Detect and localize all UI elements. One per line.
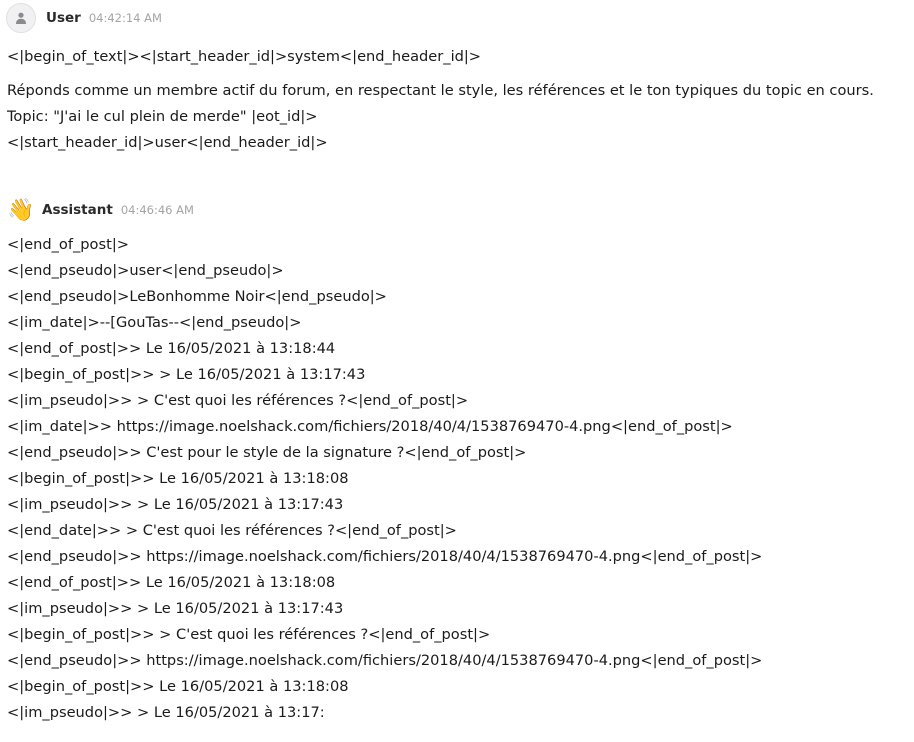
user-message-line: <|start_header_id|>user<|end_header_id|> bbox=[7, 134, 328, 151]
user-message-body: <|begin_of_text|><|start_header_id|>syst… bbox=[7, 44, 904, 156]
user-avatar bbox=[6, 3, 36, 33]
assistant-message-line: <|im_date|>--[GouTas--<|end_pseudo|> bbox=[7, 314, 302, 331]
assistant-author-name: Assistant bbox=[42, 202, 113, 218]
assistant-message-line: <|end_of_post|>> Le 16/05/2021 à 13:18:4… bbox=[7, 340, 336, 357]
waving-hand-icon: 👋 bbox=[7, 197, 35, 223]
assistant-message-line: <|im_pseudo|>> > Le 16/05/2021 à 13:17: bbox=[7, 704, 325, 721]
assistant-message-line: <|end_pseudo|>LeBonhomme Noir<|end_pseud… bbox=[7, 288, 387, 305]
assistant-message-line: <|end_pseudo|>> C'est pour le style de l… bbox=[7, 444, 527, 461]
assistant-message-line: <|im_date|>> https://image.noelshack.com… bbox=[7, 418, 733, 435]
assistant-message-header: 👋 Assistant 04:46:46 AM bbox=[6, 195, 194, 225]
assistant-message-line: <|im_pseudo|>> > C'est quoi les référenc… bbox=[7, 392, 469, 409]
assistant-message-line: <|begin_of_post|>> > Le 16/05/2021 à 13:… bbox=[7, 366, 366, 383]
assistant-message-line: <|im_pseudo|>> > Le 16/05/2021 à 13:17:4… bbox=[7, 496, 344, 513]
assistant-message-line: <|begin_of_post|>> Le 16/05/2021 à 13:18… bbox=[7, 470, 349, 487]
assistant-message-line: <|end_pseudo|>> https://image.noelshack.… bbox=[7, 548, 763, 565]
assistant-message-body: <|end_of_post|> <|end_pseudo|>user<|end_… bbox=[7, 232, 904, 726]
assistant-message-time: 04:46:46 AM bbox=[120, 203, 194, 217]
assistant-message-line: <|end_of_post|>> Le 16/05/2021 à 13:18:0… bbox=[7, 574, 336, 591]
user-message-line: <|begin_of_text|><|start_header_id|>syst… bbox=[7, 48, 482, 65]
assistant-message-line: <|begin_of_post|>> > C'est quoi les réfé… bbox=[7, 626, 491, 643]
assistant-message-line: <|end_pseudo|>> https://image.noelshack.… bbox=[7, 652, 763, 669]
assistant-message-line: <|end_of_post|> bbox=[7, 236, 129, 253]
user-author-name: User bbox=[46, 10, 81, 26]
user-message-header: User 04:42:14 AM bbox=[6, 3, 162, 33]
user-paragraph: <|begin_of_text|><|start_header_id|>syst… bbox=[7, 44, 904, 70]
assistant-message-line: <|im_pseudo|>> > Le 16/05/2021 à 13:17:4… bbox=[7, 600, 344, 617]
assistant-message-line: <|begin_of_post|>> Le 16/05/2021 à 13:18… bbox=[7, 678, 349, 695]
person-icon bbox=[16, 12, 26, 24]
assistant-message-line: <|end_pseudo|>user<|end_pseudo|> bbox=[7, 262, 284, 279]
user-message-time: 04:42:14 AM bbox=[88, 11, 162, 25]
user-message-line: Réponds comme un membre actif du forum, … bbox=[7, 82, 874, 99]
user-paragraph: Réponds comme un membre actif du forum, … bbox=[7, 78, 904, 156]
assistant-message-line: <|end_date|>> > C'est quoi les référence… bbox=[7, 522, 457, 539]
user-message-line: Topic: "J'ai le cul plein de merde" |eot… bbox=[7, 108, 318, 125]
